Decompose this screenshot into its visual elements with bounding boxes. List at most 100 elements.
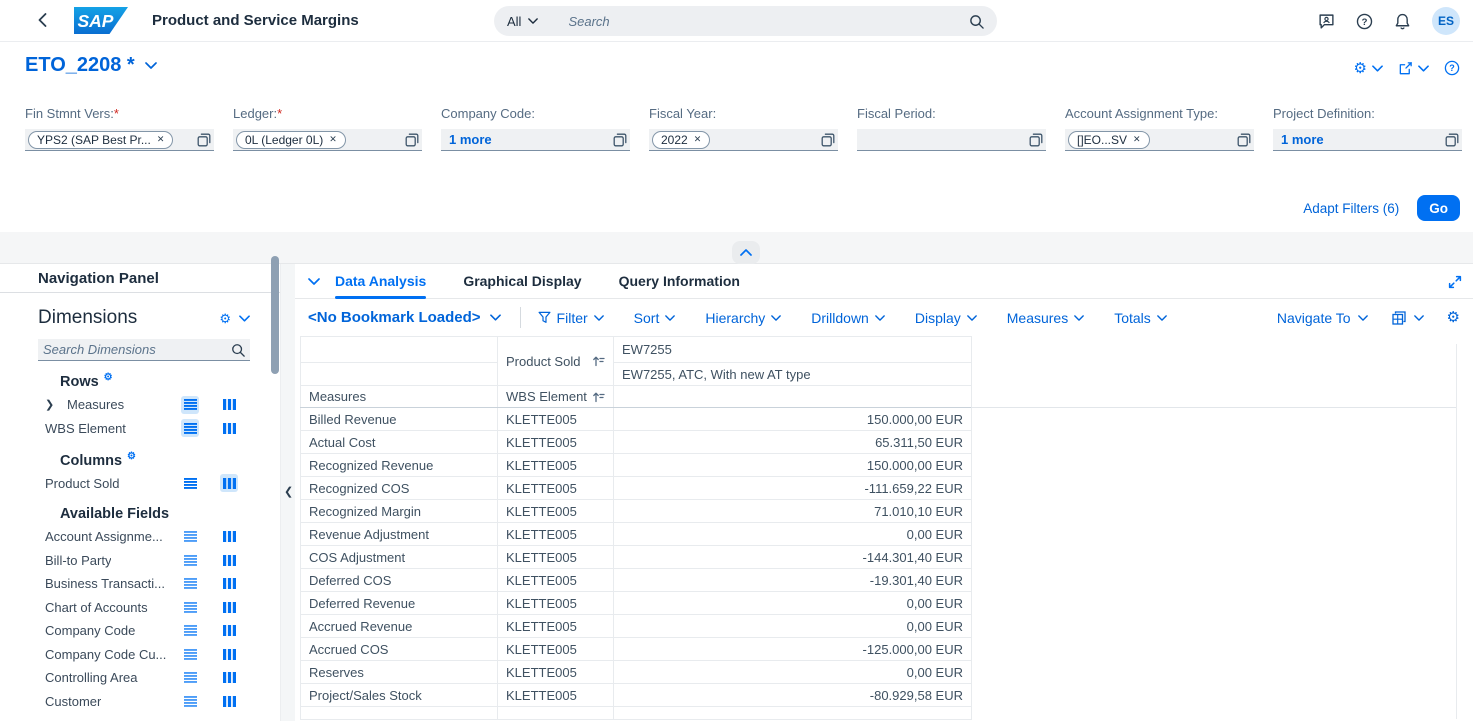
add-to-columns-icon[interactable] [220, 622, 238, 640]
table-row[interactable]: COS AdjustmentKLETTE005-144.301,40 EUR [301, 546, 972, 569]
notifications-bell-icon[interactable] [1394, 13, 1411, 30]
tab-data-analysis[interactable]: Data Analysis [335, 264, 426, 299]
measure-cell[interactable]: Project/Sales Stock [301, 684, 498, 707]
company-code-input[interactable]: 1 more [441, 129, 630, 151]
measure-cell[interactable]: Revenue Adjustment [301, 523, 498, 546]
available-field-item[interactable]: Account Assignme... [0, 525, 280, 549]
measure-cell[interactable]: Actual Cost [301, 431, 498, 454]
add-to-rows-icon[interactable] [181, 396, 199, 414]
bookmark-selector[interactable]: <No Bookmark Loaded> [308, 309, 501, 326]
add-to-columns-icon[interactable] [220, 474, 238, 492]
add-to-columns-icon[interactable] [220, 645, 238, 663]
wbs-cell[interactable]: KLETTE005 [498, 592, 614, 615]
go-button[interactable]: Go [1417, 195, 1460, 221]
add-to-rows-icon[interactable] [181, 692, 199, 710]
table-row[interactable]: Deferred COSKLETTE005-19.301,40 EUR [301, 569, 972, 592]
wbs-cell[interactable]: KLETTE005 [498, 569, 614, 592]
value-help-icon[interactable] [197, 133, 211, 147]
value-cell[interactable]: 0,00 EUR [614, 661, 972, 684]
table-row[interactable]: Billed RevenueKLETTE005150.000,00 EUR [301, 408, 972, 431]
tab-collapse-button[interactable] [308, 278, 320, 285]
display-menu[interactable]: Display [915, 310, 977, 326]
sort-menu[interactable]: Sort [634, 310, 676, 326]
wbs-cell[interactable]: KLETTE005 [498, 523, 614, 546]
available-field-item[interactable]: Company Code Cu... [0, 643, 280, 667]
dimension-item-measures[interactable]: ❯ Measures [0, 393, 280, 417]
panel-splitter[interactable]: ❮ [280, 264, 295, 721]
measure-cell[interactable]: COS Adjustment [301, 546, 498, 569]
more-values-link[interactable]: 1 more [449, 132, 492, 147]
search-icon[interactable] [969, 14, 984, 29]
value-cell[interactable]: 150.000,00 EUR [614, 408, 972, 431]
more-values-link[interactable]: 1 more [1281, 132, 1324, 147]
fiscal-year-input[interactable]: 2022✕ [649, 129, 838, 151]
table-settings-gear-icon[interactable]: ⚙ [1447, 310, 1460, 325]
table-row[interactable]: Accrued COSKLETTE005-125.000,00 EUR [301, 638, 972, 661]
wbs-cell[interactable]: KLETTE005 [498, 661, 614, 684]
measure-cell[interactable]: Deferred Revenue [301, 592, 498, 615]
column-header-wbs-element[interactable]: WBS Element [498, 386, 614, 408]
table-row[interactable]: Actual CostKLETTE00565.311,50 EUR [301, 431, 972, 454]
search-scope-select[interactable]: All [507, 14, 538, 29]
table-row[interactable]: Accrued RevenueKLETTE0050,00 EUR [301, 615, 972, 638]
tab-graphical-display[interactable]: Graphical Display [463, 264, 581, 299]
back-icon[interactable] [38, 13, 47, 27]
export-table-menu[interactable] [1391, 310, 1424, 326]
dimensions-settings-button[interactable]: ⚙ [219, 312, 250, 325]
fin-stmnt-vers-input[interactable]: YPS2 (SAP Best Pr...✕ [25, 129, 214, 151]
search-input[interactable]: Search [568, 14, 969, 29]
variant-selector[interactable]: ETO_2208 * [25, 54, 157, 77]
wbs-cell[interactable]: KLETTE005 [498, 454, 614, 477]
wbs-cell[interactable]: KLETTE005 [498, 500, 614, 523]
collapse-panel-icon[interactable]: ❮ [284, 485, 293, 498]
available-field-item[interactable]: Company Code [0, 619, 280, 643]
column-header-measures[interactable]: Measures [301, 386, 498, 408]
value-cell[interactable]: 0,00 EUR [614, 592, 972, 615]
gear-icon[interactable]: ⚙ [104, 372, 113, 383]
measures-menu[interactable]: Measures [1007, 310, 1084, 326]
add-to-rows-icon[interactable] [181, 419, 199, 437]
sort-ascending-icon[interactable] [592, 391, 605, 403]
measure-cell[interactable]: Accrued COS [301, 638, 498, 661]
search-icon[interactable] [231, 343, 245, 357]
search-dimensions-input[interactable]: Search Dimensions [38, 339, 250, 361]
value-help-icon[interactable] [821, 133, 835, 147]
add-to-rows-icon[interactable] [181, 645, 199, 663]
remove-token-icon[interactable]: ✕ [694, 134, 702, 145]
add-to-columns-icon[interactable] [220, 692, 238, 710]
wbs-cell[interactable]: KLETTE005 [498, 408, 614, 431]
value-cell[interactable]: 0,00 EUR [614, 523, 972, 546]
table-row[interactable]: Recognized COSKLETTE005-111.659,22 EUR [301, 477, 972, 500]
value-cell[interactable]: 71.010,10 EUR [614, 500, 972, 523]
value-cell[interactable]: -125.000,00 EUR [614, 638, 972, 661]
value-cell[interactable]: -19.301,40 EUR [614, 569, 972, 592]
share-menu-button[interactable] [1398, 61, 1429, 76]
filter-token[interactable]: 2022✕ [652, 131, 710, 149]
wbs-cell[interactable]: KLETTE005 [498, 477, 614, 500]
filter-menu[interactable]: Filter [538, 310, 604, 326]
drilldown-menu[interactable]: Drilldown [811, 310, 885, 326]
add-to-rows-icon[interactable] [181, 598, 199, 616]
tab-query-information[interactable]: Query Information [619, 264, 740, 299]
ledger-input[interactable]: 0L (Ledger 0L)✕ [233, 129, 422, 151]
gear-icon[interactable]: ⚙ [127, 451, 136, 462]
sap-logo[interactable]: SAP [74, 7, 128, 34]
add-to-columns-icon[interactable] [220, 551, 238, 569]
wbs-cell[interactable]: KLETTE005 [498, 546, 614, 569]
dimension-item-wbs-element[interactable]: WBS Element [0, 416, 280, 440]
avatar[interactable]: ES [1432, 7, 1460, 35]
table-row[interactable]: Recognized MarginKLETTE00571.010,10 EUR [301, 500, 972, 523]
add-to-columns-icon[interactable] [220, 669, 238, 687]
measure-cell[interactable]: Accrued Revenue [301, 615, 498, 638]
available-field-item[interactable]: Bill-to Party [0, 549, 280, 573]
measure-cell[interactable]: Deferred COS [301, 569, 498, 592]
navigate-to-menu[interactable]: Navigate To [1277, 310, 1368, 326]
wbs-cell[interactable]: KLETTE005 [498, 431, 614, 454]
add-to-columns-icon[interactable] [220, 396, 238, 414]
value-cell[interactable]: -111.659,22 EUR [614, 477, 972, 500]
nav-panel-scrollbar[interactable] [271, 256, 279, 374]
value-help-icon[interactable] [613, 133, 627, 147]
add-to-columns-icon[interactable] [220, 528, 238, 546]
product-header-line1[interactable]: EW7255 [614, 337, 972, 363]
table-row[interactable]: ReservesKLETTE0050,00 EUR [301, 661, 972, 684]
